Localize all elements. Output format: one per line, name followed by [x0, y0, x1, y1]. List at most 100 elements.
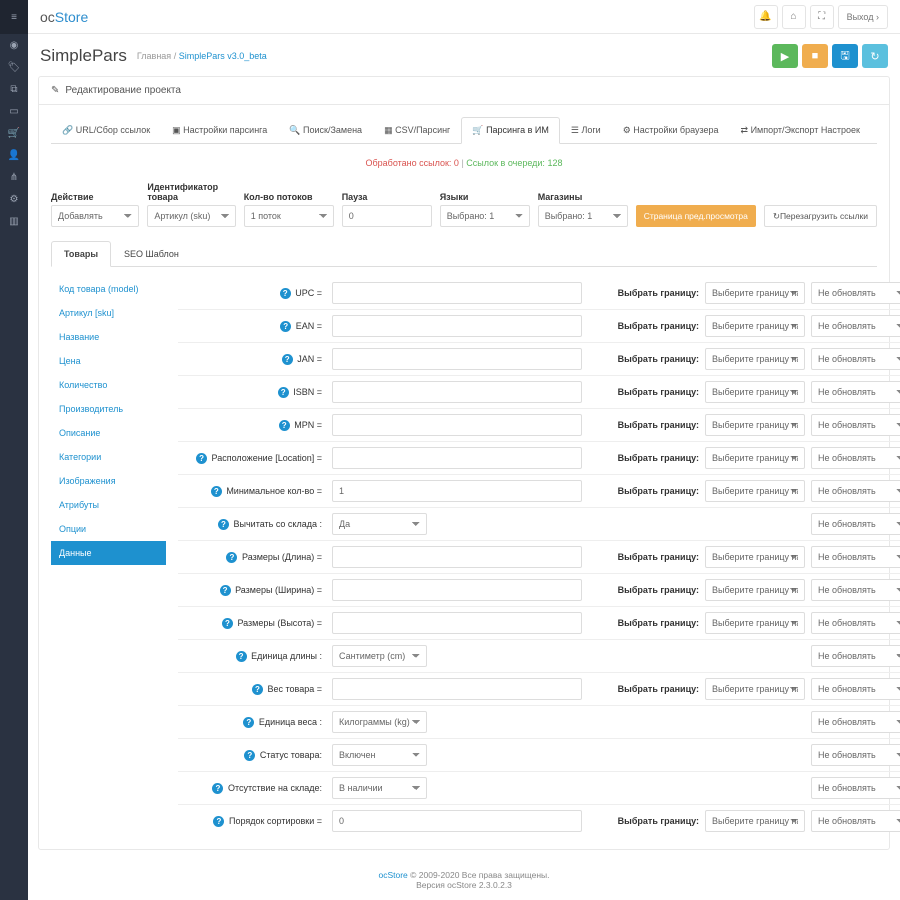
action-select[interactable]: Добавлять — [51, 205, 139, 227]
help-icon[interactable]: ? — [213, 816, 224, 827]
help-icon[interactable]: ? — [278, 387, 289, 398]
boundary-select[interactable]: Выберите границу парсинга — [705, 414, 805, 436]
help-icon[interactable]: ? — [236, 651, 247, 662]
field-select[interactable]: В наличии — [332, 777, 427, 799]
brand-logo[interactable]: ocStore — [40, 9, 88, 25]
update-mode-select[interactable]: Не обновлять — [811, 348, 900, 370]
sidebar-design-icon[interactable]: ▭ — [0, 100, 28, 122]
tab-logs[interactable]: ☰ Логи — [560, 117, 612, 144]
boundary-select[interactable]: Выберите границу парсинга — [705, 810, 805, 832]
sidenav-item[interactable]: Артикул [sku] — [51, 301, 166, 325]
sidebar-dashboard-icon[interactable]: ◉ — [0, 34, 28, 56]
help-icon[interactable]: ? — [222, 618, 233, 629]
logout-button[interactable]: Выход › — [838, 5, 888, 29]
update-mode-select[interactable]: Не обновлять — [811, 711, 900, 733]
reload-button[interactable]: ↻ — [862, 44, 888, 68]
help-icon[interactable]: ? — [226, 552, 237, 563]
field-input[interactable] — [332, 414, 582, 436]
save-button[interactable]: 🖫 — [832, 44, 858, 68]
sidebar-catalog-icon[interactable]: 🏷 — [0, 56, 28, 78]
home-icon[interactable]: ⌂ — [782, 5, 806, 29]
update-mode-select[interactable]: Не обновлять — [811, 282, 900, 304]
field-input[interactable] — [332, 447, 582, 469]
help-icon[interactable]: ? — [280, 321, 291, 332]
sidebar-extensions-icon[interactable]: ⧉ — [0, 78, 28, 100]
update-mode-select[interactable]: Не обновлять — [811, 381, 900, 403]
field-input[interactable] — [332, 579, 582, 601]
tab-url[interactable]: 🔗 URL/Сбор ссылок — [51, 117, 161, 144]
field-input[interactable] — [332, 480, 582, 502]
subtab-products[interactable]: Товары — [51, 241, 111, 267]
field-input[interactable] — [332, 315, 582, 337]
update-mode-select[interactable]: Не обновлять — [811, 645, 900, 667]
boundary-select[interactable]: Выберите границу парсинга — [705, 315, 805, 337]
sidenav-item[interactable]: Атрибуты — [51, 493, 166, 517]
sidenav-item[interactable]: Производитель — [51, 397, 166, 421]
field-input[interactable] — [332, 678, 582, 700]
tab-parse-settings[interactable]: ▣ Настройки парсинга — [161, 117, 278, 144]
update-mode-select[interactable]: Не обновлять — [811, 315, 900, 337]
sidenav-item[interactable]: Изображения — [51, 469, 166, 493]
field-select[interactable]: Включен — [332, 744, 427, 766]
sidenav-item[interactable]: Количество — [51, 373, 166, 397]
sidenav-item[interactable]: Цена — [51, 349, 166, 373]
field-input[interactable] — [332, 546, 582, 568]
tab-search-replace[interactable]: 🔍 Поиск/Замена — [278, 117, 373, 144]
breadcrumb-link[interactable]: SimplePars v3.0_beta — [179, 51, 267, 61]
boundary-select[interactable]: Выберите границу парсинга — [705, 546, 805, 568]
sidebar-sales-icon[interactable]: 🛒 — [0, 122, 28, 144]
field-select[interactable]: Килограммы (kg) — [332, 711, 427, 733]
help-icon[interactable]: ? — [211, 486, 222, 497]
help-icon[interactable]: ? — [282, 354, 293, 365]
ident-select[interactable]: Артикул (sku) — [147, 205, 235, 227]
help-icon[interactable]: ? — [252, 684, 263, 695]
field-select[interactable]: Да — [332, 513, 427, 535]
field-input[interactable] — [332, 282, 582, 304]
preview-page-button[interactable]: Страница пред.просмотра — [636, 205, 756, 227]
notifications-icon[interactable]: 🔔 — [754, 5, 778, 29]
footer-link[interactable]: ocStore — [378, 870, 407, 880]
tab-parse-to-store[interactable]: 🛒 Парсинга в ИМ — [461, 117, 560, 144]
fullscreen-icon[interactable]: ⛶ — [810, 5, 834, 29]
boundary-select[interactable]: Выберите границу парсинга — [705, 678, 805, 700]
help-icon[interactable]: ? — [212, 783, 223, 794]
help-icon[interactable]: ? — [243, 717, 254, 728]
boundary-select[interactable]: Выберите границу парсинга — [705, 348, 805, 370]
sidenav-item[interactable]: Опции — [51, 517, 166, 541]
store-select[interactable]: Выбрано: 1 — [538, 205, 628, 227]
sidenav-item[interactable]: Данные — [51, 541, 166, 565]
threads-select[interactable]: 1 поток — [244, 205, 334, 227]
help-icon[interactable]: ? — [196, 453, 207, 464]
field-input[interactable] — [332, 381, 582, 403]
help-icon[interactable]: ? — [280, 288, 291, 299]
boundary-select[interactable]: Выберите границу парсинга — [705, 480, 805, 502]
boundary-select[interactable]: Выберите границу парсинга — [705, 381, 805, 403]
sidebar-reports-icon[interactable]: ▥ — [0, 210, 28, 232]
field-input[interactable] — [332, 612, 582, 634]
sidebar-system-icon[interactable]: ⚙ — [0, 188, 28, 210]
help-icon[interactable]: ? — [279, 420, 290, 431]
tab-csv[interactable]: ▦ CSV/Парсинг — [373, 117, 461, 144]
stop-button[interactable]: ■ — [802, 44, 828, 68]
help-icon[interactable]: ? — [244, 750, 255, 761]
field-input[interactable] — [332, 348, 582, 370]
subtab-seo[interactable]: SEO Шаблон — [111, 241, 192, 267]
sidebar-toggle-icon[interactable]: ≡ — [0, 0, 28, 34]
help-icon[interactable]: ? — [220, 585, 231, 596]
sidenav-item[interactable]: Категории — [51, 445, 166, 469]
sidebar-customers-icon[interactable]: 👤 — [0, 144, 28, 166]
update-mode-select[interactable]: Не обновлять — [811, 480, 900, 502]
update-mode-select[interactable]: Не обновлять — [811, 612, 900, 634]
tab-browser[interactable]: ⚙ Настройки браузера — [612, 117, 730, 144]
update-mode-select[interactable]: Не обновлять — [811, 744, 900, 766]
reload-links-button[interactable]: ↻ Перезагрузить ссылки — [764, 205, 877, 227]
field-input[interactable] — [332, 810, 582, 832]
boundary-select[interactable]: Выберите границу парсинга — [705, 447, 805, 469]
tab-import-export[interactable]: ⇄ Импорт/Экспорт Настроек — [730, 117, 871, 144]
update-mode-select[interactable]: Не обновлять — [811, 546, 900, 568]
help-icon[interactable]: ? — [218, 519, 229, 530]
update-mode-select[interactable]: Не обновлять — [811, 513, 900, 535]
update-mode-select[interactable]: Не обновлять — [811, 414, 900, 436]
update-mode-select[interactable]: Не обновлять — [811, 678, 900, 700]
update-mode-select[interactable]: Не обновлять — [811, 810, 900, 832]
